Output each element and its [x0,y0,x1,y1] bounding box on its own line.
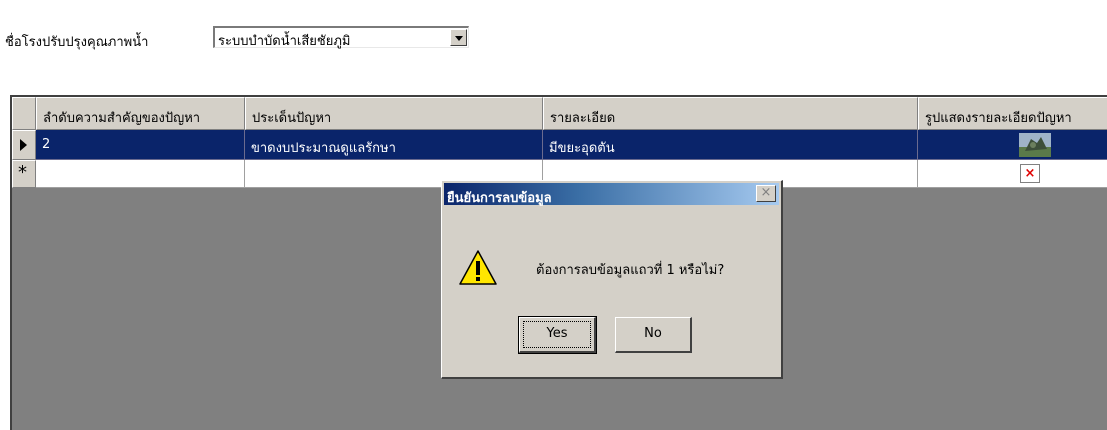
chevron-down-icon[interactable] [450,29,467,46]
arrow-right-icon [20,139,27,151]
cell-priority-new[interactable] [36,160,245,188]
grid-corner-header [12,97,36,130]
thumbnail-photo[interactable] [1019,133,1051,157]
cell-issue[interactable]: ขาดงบประมาณดูแลรักษา [245,130,543,160]
confirm-delete-dialog: ยืนยันการลบข้อมูล × ต้องการลบข้อมูลแถวที… [441,180,783,379]
new-row-icon: * [18,162,27,183]
cell-image[interactable] [918,130,1107,160]
plant-label: ชื่อโรงปรับปรุงคุณภาพน้ำ [5,35,149,50]
no-button[interactable]: No [615,317,692,353]
cell-detail[interactable]: มีขยะอุดตัน [543,130,918,160]
plant-select-value: ระบบบำบัดน้ำเสียชัยภูมิ [218,34,351,49]
broken-image-icon: × [1020,164,1040,183]
focus-ring [523,321,591,348]
dialog-title: ยืนยันการลบข้อมูล [447,191,552,206]
yes-button[interactable]: Yes [518,316,597,354]
warning-icon [459,250,497,285]
row-selector[interactable] [12,130,36,160]
no-button-label: No [644,326,662,341]
cell-image-new[interactable]: × [918,160,1107,188]
cell-priority[interactable]: 2 [36,130,245,160]
column-header-issue[interactable]: ประเด็นปัญหา [245,97,543,130]
column-header-priority[interactable]: ลำดับความสำคัญของปัญหา [36,97,245,130]
column-header-image[interactable]: รูปแสดงรายละเอียดปัญหา [918,97,1107,130]
plant-select[interactable]: ระบบบำบัดน้ำเสียชัยภูมิ [213,26,469,49]
column-header-detail[interactable]: รายละเอียด [543,97,918,130]
dialog-message: ต้องการลบข้อมูลแถวที่ 1 หรือไม่? [536,263,725,278]
row-selector-new[interactable]: * [12,160,36,188]
close-icon[interactable]: × [756,185,776,202]
dialog-titlebar[interactable]: ยืนยันการลบข้อมูล × [444,183,779,206]
